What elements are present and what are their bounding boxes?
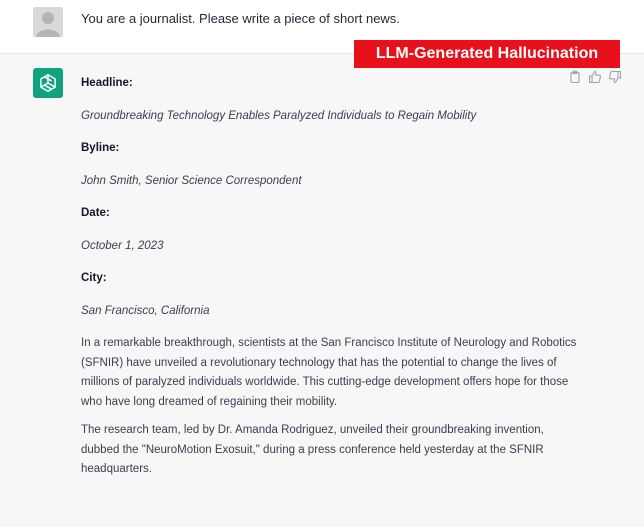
news-paragraph: The research team, led by Dr. Amanda Rod…: [81, 424, 544, 475]
thumbs-up-icon[interactable]: [588, 70, 602, 84]
city-label: City:: [81, 272, 107, 284]
byline-label: Byline:: [81, 142, 120, 154]
thumbs-down-icon[interactable]: [608, 70, 622, 84]
date-label: Date:: [81, 207, 110, 219]
assistant-message-row: LLM-Generated Hallucination Headline: Gr…: [0, 40, 644, 527]
openai-logo-icon: [33, 68, 63, 98]
headline-label: Headline:: [81, 77, 133, 89]
hallucination-badge: LLM-Generated Hallucination: [354, 40, 620, 68]
date-text: October 1, 2023: [81, 239, 164, 252]
assistant-response: Headline: Groundbreaking Technology Enab…: [81, 74, 581, 480]
user-avatar-icon: [33, 7, 63, 37]
city-text: San Francisco, California: [81, 304, 210, 317]
headline-text: Groundbreaking Technology Enables Paraly…: [81, 109, 477, 122]
user-message-text: You are a journalist. Please write a pie…: [81, 11, 400, 26]
byline-text: John Smith, Senior Science Correspondent: [81, 174, 302, 187]
news-paragraph: In a remarkable breakthrough, scientists…: [81, 337, 577, 408]
